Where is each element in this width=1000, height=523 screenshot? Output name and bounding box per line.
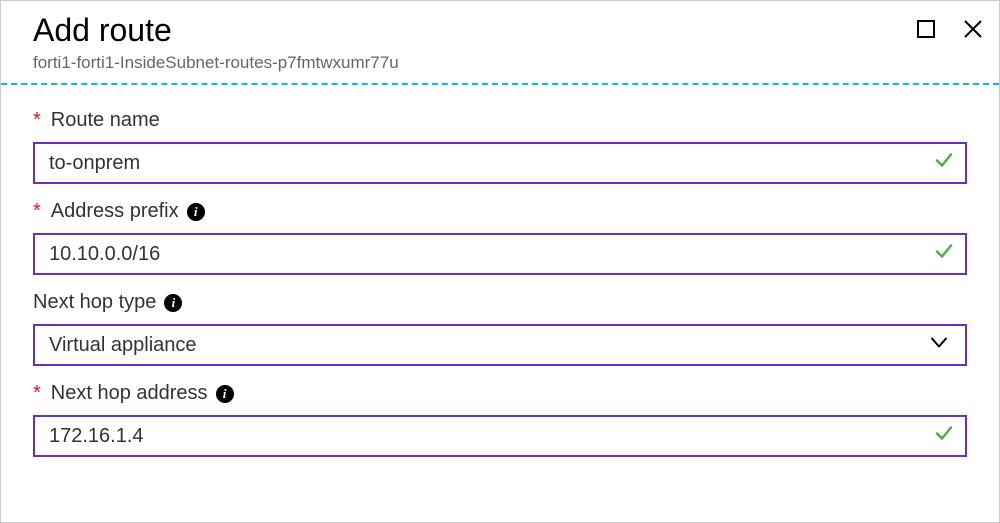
address-prefix-input[interactable] — [33, 233, 967, 275]
close-icon[interactable] — [961, 17, 985, 41]
label-text: Next hop address — [51, 382, 208, 405]
info-icon[interactable]: i — [164, 294, 182, 312]
next-hop-type-select[interactable]: Virtual appliance — [33, 324, 967, 366]
route-name-input[interactable] — [33, 142, 967, 184]
required-asterisk: * — [33, 382, 41, 405]
label-text: Next hop type — [33, 291, 156, 314]
blade-header: Add route forti1-forti1-InsideSubnet-rou… — [1, 1, 999, 73]
field-next-hop-address: * Next hop address i — [33, 382, 967, 457]
label-next-hop-type: Next hop type i — [33, 291, 967, 314]
label-address-prefix: * Address prefix i — [33, 200, 967, 223]
required-asterisk: * — [33, 200, 41, 223]
field-address-prefix: * Address prefix i — [33, 200, 967, 275]
next-hop-address-input[interactable] — [33, 415, 967, 457]
page-title: Add route — [33, 11, 967, 49]
header-actions — [915, 17, 985, 41]
label-text: Address prefix — [51, 200, 179, 223]
select-value: Virtual appliance — [49, 334, 197, 357]
info-icon[interactable]: i — [187, 203, 205, 221]
label-next-hop-address: * Next hop address i — [33, 382, 967, 405]
info-icon[interactable]: i — [216, 385, 234, 403]
field-route-name: * Route name — [33, 109, 967, 184]
label-route-name: * Route name — [33, 109, 967, 132]
required-asterisk: * — [33, 109, 41, 132]
field-next-hop-type: Next hop type i Virtual appliance — [33, 291, 967, 366]
label-text: Route name — [51, 109, 160, 132]
pin-icon[interactable] — [915, 18, 937, 40]
page-subtitle: forti1-forti1-InsideSubnet-routes-p7fmtw… — [33, 53, 967, 73]
form: * Route name * Address prefix i Next hop… — [1, 85, 999, 477]
